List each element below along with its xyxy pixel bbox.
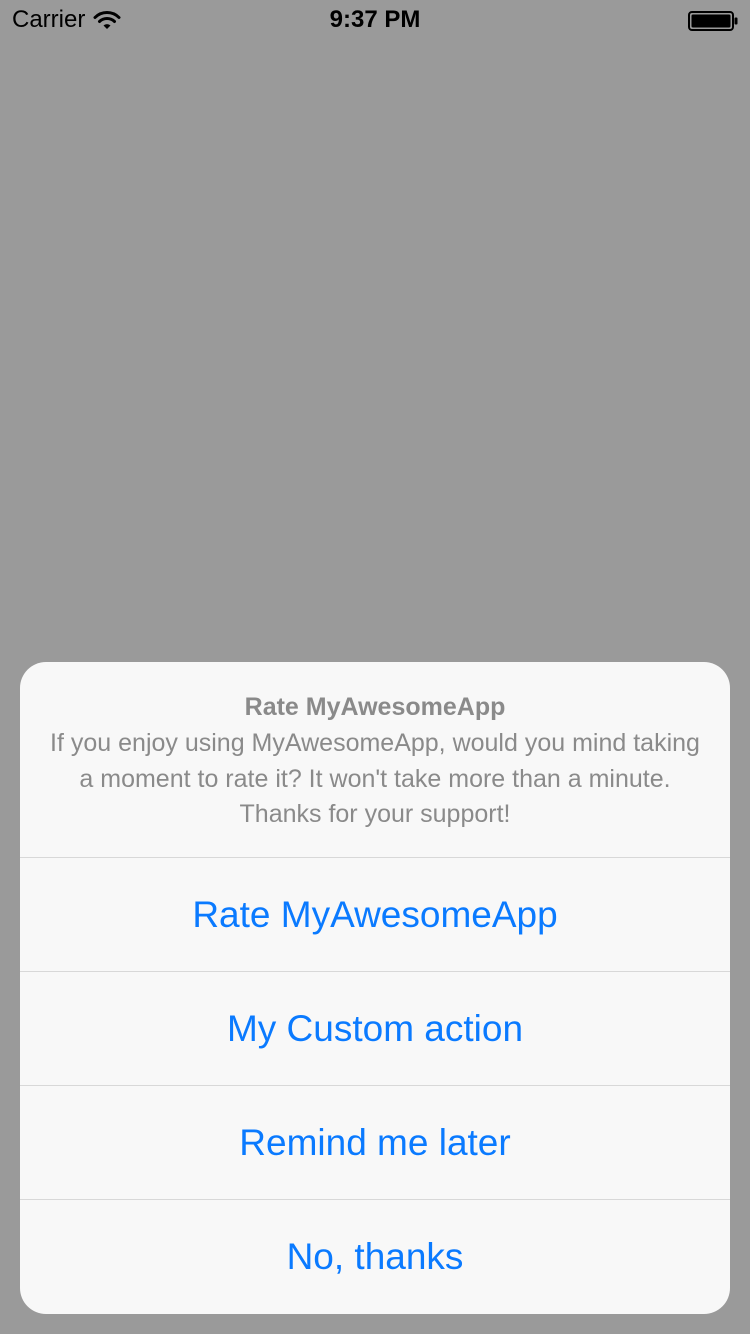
sheet-message: If you enjoy using MyAwesomeApp, would y… [50, 729, 700, 828]
status-bar: Carrier 9:37 PM [0, 0, 750, 40]
status-time: 9:37 PM [329, 6, 421, 33]
rate-app-action-sheet: Rate MyAwesomeApp If you enjoy using MyA… [20, 662, 730, 1314]
custom-action-button[interactable]: My Custom action [20, 972, 730, 1086]
sheet-title: Rate MyAwesomeApp [244, 693, 506, 721]
battery-icon [688, 11, 738, 31]
sheet-header: Rate MyAwesomeApp If you enjoy using MyA… [20, 662, 730, 858]
remind-later-button[interactable]: Remind me later [20, 1086, 730, 1200]
rate-app-button[interactable]: Rate MyAwesomeApp [20, 858, 730, 972]
no-thanks-button[interactable]: No, thanks [20, 1200, 730, 1314]
